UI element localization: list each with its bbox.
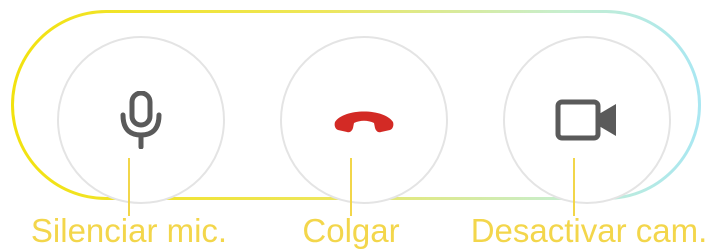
- hang-up-label: Colgar: [302, 212, 400, 249]
- hangup-label-leader-line: [350, 158, 352, 216]
- microphone-icon: [119, 91, 163, 149]
- call-controls-bar-inner: [14, 13, 698, 204]
- phone-hangup-icon: [332, 105, 396, 135]
- mute-mic-button[interactable]: [57, 36, 225, 204]
- mute-mic-label: Silenciar mic.: [30, 212, 228, 249]
- mute-label-leader-line: [128, 158, 130, 216]
- call-controls-bar: [11, 10, 701, 204]
- hang-up-button[interactable]: [280, 36, 448, 204]
- camera-label-leader-line: [573, 158, 575, 216]
- disable-camera-label: Desactivar cam.: [470, 212, 708, 249]
- video-camera-icon: [555, 98, 619, 142]
- disable-camera-button[interactable]: [503, 36, 671, 204]
